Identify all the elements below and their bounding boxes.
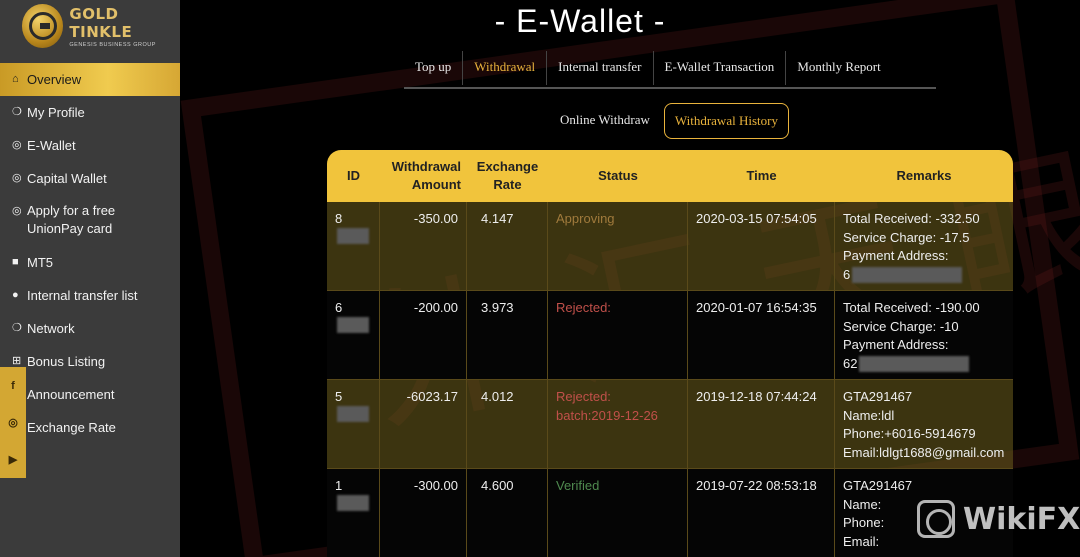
sidebar-item-exchange-rate[interactable]: Exchange Rate bbox=[0, 411, 180, 444]
cell-status: Rejected: bbox=[548, 291, 688, 379]
cell-time: 2019-07-22 08:53:18 bbox=[688, 469, 835, 557]
table-row: 6 -200.00 3.973 Rejected: 2020-01-07 16:… bbox=[327, 291, 1013, 380]
cell-amount: -300.00 bbox=[380, 469, 467, 557]
profile-icon: ❍ bbox=[12, 106, 22, 118]
table-row: 5 -6023.17 4.012 Rejected: batch:2019-12… bbox=[327, 380, 1013, 469]
sidebar-item-capital-wallet[interactable]: ◎ Capital Wallet bbox=[0, 162, 180, 195]
redacted-id bbox=[337, 317, 369, 334]
redacted-id bbox=[337, 228, 369, 245]
cell-status: Rejected: batch:2019-12-26 bbox=[548, 380, 688, 468]
brand-logo[interactable]: GOLD TINKLE GENESIS BUSINESS GROUP bbox=[22, 4, 180, 48]
cell-id: 5 bbox=[327, 380, 380, 468]
main-content: 外 汇 天 眼 - E-Wallet - Top up Withdrawal I… bbox=[180, 0, 1080, 557]
cell-id: 8 bbox=[327, 202, 380, 290]
column-header-status: Status bbox=[598, 168, 638, 183]
brand-tagline: GENESIS BUSINESS GROUP bbox=[69, 41, 156, 48]
cell-time: 2020-03-15 07:54:05 bbox=[688, 202, 835, 290]
youtube-icon[interactable]: ▶ bbox=[0, 441, 26, 478]
cell-id: 1 bbox=[327, 469, 380, 557]
sidebar-item-label: Capital Wallet bbox=[27, 171, 107, 186]
redacted-address bbox=[859, 356, 970, 373]
wikifx-text: WikiFX bbox=[963, 501, 1080, 537]
column-header-id: ID bbox=[347, 168, 360, 183]
sidebar-menu: ⌂ Overview ❍ My Profile ◎ E-Wallet ◎ Cap… bbox=[0, 63, 180, 444]
sidebar-item-label: Internal transfer list bbox=[27, 288, 138, 303]
instagram-icon[interactable]: ◎ bbox=[0, 404, 26, 441]
cell-status: Verified bbox=[548, 469, 688, 557]
sidebar-item-label: Bonus Listing bbox=[27, 354, 106, 369]
tab-e-wallet-transaction[interactable]: E-Wallet Transaction bbox=[654, 51, 787, 85]
cell-status: Approving bbox=[548, 202, 688, 290]
redacted-id bbox=[337, 495, 369, 512]
page-title: - E-Wallet - bbox=[494, 3, 666, 39]
tab-internal-transfer[interactable]: Internal transfer bbox=[547, 51, 654, 85]
cell-rate: 4.600 bbox=[467, 469, 548, 557]
cell-rate: 4.147 bbox=[467, 202, 548, 290]
capital-icon: ◎ bbox=[12, 172, 22, 184]
sidebar-item-label: My Profile bbox=[27, 105, 85, 120]
sidebar-item-label: Announcement bbox=[27, 387, 115, 402]
network-icon: ❍ bbox=[12, 322, 22, 334]
sidebar-item-mt5[interactable]: ■ MT5 bbox=[0, 246, 180, 279]
table-row: 8 -350.00 4.147 Approving 2020-03-15 07:… bbox=[327, 202, 1013, 291]
sidebar: GOLD TINKLE GENESIS BUSINESS GROUP ⌂ Ove… bbox=[0, 0, 180, 557]
cell-remarks: Total Received: -190.00 Service Charge: … bbox=[843, 300, 980, 373]
table-row: 1 -300.00 4.600 Verified 2019-07-22 08:5… bbox=[327, 469, 1013, 557]
redacted-address bbox=[852, 267, 963, 284]
cell-time: 2019-12-18 07:44:24 bbox=[688, 380, 835, 468]
sidebar-item-label: Exchange Rate bbox=[27, 420, 116, 435]
wikifx-watermark: WikiFX bbox=[917, 500, 1080, 538]
sidebar-item-overview[interactable]: ⌂ Overview bbox=[0, 63, 180, 96]
cell-rate: 4.012 bbox=[467, 380, 548, 468]
table-header: ID Withdrawal Amount Exchange Rate Statu… bbox=[327, 150, 1013, 202]
cell-remarks: Total Received: -332.50 Service Charge: … bbox=[843, 211, 980, 284]
sidebar-item-network[interactable]: ❍ Network bbox=[0, 312, 180, 345]
cell-amount: -200.00 bbox=[380, 291, 467, 379]
tab-top-up[interactable]: Top up bbox=[404, 51, 464, 85]
cell-rate: 3.973 bbox=[467, 291, 548, 379]
column-header-remarks: Remarks bbox=[896, 168, 952, 183]
sidebar-item-unionpay-card[interactable]: ◎ Apply for a free UnionPay card bbox=[0, 195, 180, 246]
sidebar-item-internal-transfer-list[interactable]: ● Internal transfer list bbox=[0, 279, 180, 312]
subtab-withdrawal-history[interactable]: Withdrawal History bbox=[663, 103, 789, 139]
social-bar: f ◎ ▶ bbox=[0, 367, 26, 478]
sidebar-item-announcement[interactable]: Announcement bbox=[0, 378, 180, 411]
cell-id: 6 bbox=[327, 291, 380, 379]
sidebar-item-label: MT5 bbox=[27, 255, 53, 270]
tab-withdrawal[interactable]: Withdrawal bbox=[463, 51, 548, 85]
withdrawal-subtabs: Online Withdraw Withdrawal History bbox=[550, 103, 789, 139]
brand-name: GOLD TINKLE bbox=[69, 4, 133, 41]
card-icon: ◎ bbox=[12, 205, 22, 217]
gold-tinkle-logo-icon bbox=[22, 4, 64, 48]
wallet-icon: ◎ bbox=[12, 139, 22, 151]
sidebar-item-label: E-Wallet bbox=[27, 138, 76, 153]
cell-amount: -6023.17 bbox=[380, 380, 467, 468]
transfer-icon: ● bbox=[12, 289, 19, 301]
tab-monthly-report[interactable]: Monthly Report bbox=[786, 51, 891, 85]
home-icon: ⌂ bbox=[12, 73, 19, 85]
sidebar-item-label: Overview bbox=[27, 72, 82, 87]
redacted-id bbox=[337, 406, 369, 423]
cell-amount: -350.00 bbox=[380, 202, 467, 290]
sidebar-item-my-profile[interactable]: ❍ My Profile bbox=[0, 96, 180, 129]
column-header-time: Time bbox=[746, 168, 777, 183]
facebook-icon[interactable]: f bbox=[0, 367, 26, 404]
column-header-amount: Withdrawal Amount bbox=[391, 159, 461, 192]
wallet-tabs: Top up Withdrawal Internal transfer E-Wa… bbox=[404, 51, 936, 89]
subtab-online-withdraw[interactable]: Online Withdraw bbox=[550, 103, 660, 139]
sidebar-item-label: Network bbox=[27, 321, 75, 336]
mt5-icon: ■ bbox=[12, 256, 19, 268]
withdrawal-history-table: ID Withdrawal Amount Exchange Rate Statu… bbox=[327, 150, 1013, 557]
sidebar-item-label: Apply for a free UnionPay card bbox=[27, 203, 116, 236]
column-header-rate: Exchange Rate bbox=[476, 159, 539, 192]
sidebar-item-bonus-listing[interactable]: ⊞ Bonus Listing bbox=[0, 345, 180, 378]
cell-time: 2020-01-07 16:54:35 bbox=[688, 291, 835, 379]
wikifx-logo-icon bbox=[917, 500, 955, 538]
cell-remarks: GTA291467 Name:ldl Phone:+6016-5914679 E… bbox=[843, 389, 1005, 460]
sidebar-item-e-wallet[interactable]: ◎ E-Wallet bbox=[0, 129, 180, 162]
